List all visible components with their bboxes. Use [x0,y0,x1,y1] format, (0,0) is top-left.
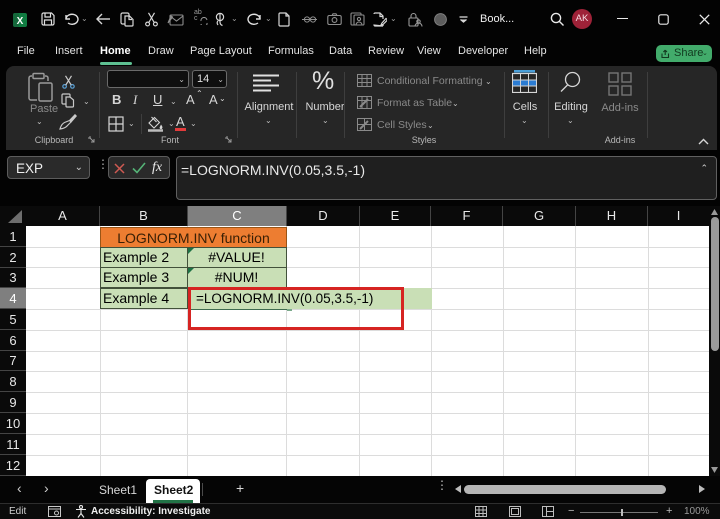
svg-text:X: X [17,16,24,27]
